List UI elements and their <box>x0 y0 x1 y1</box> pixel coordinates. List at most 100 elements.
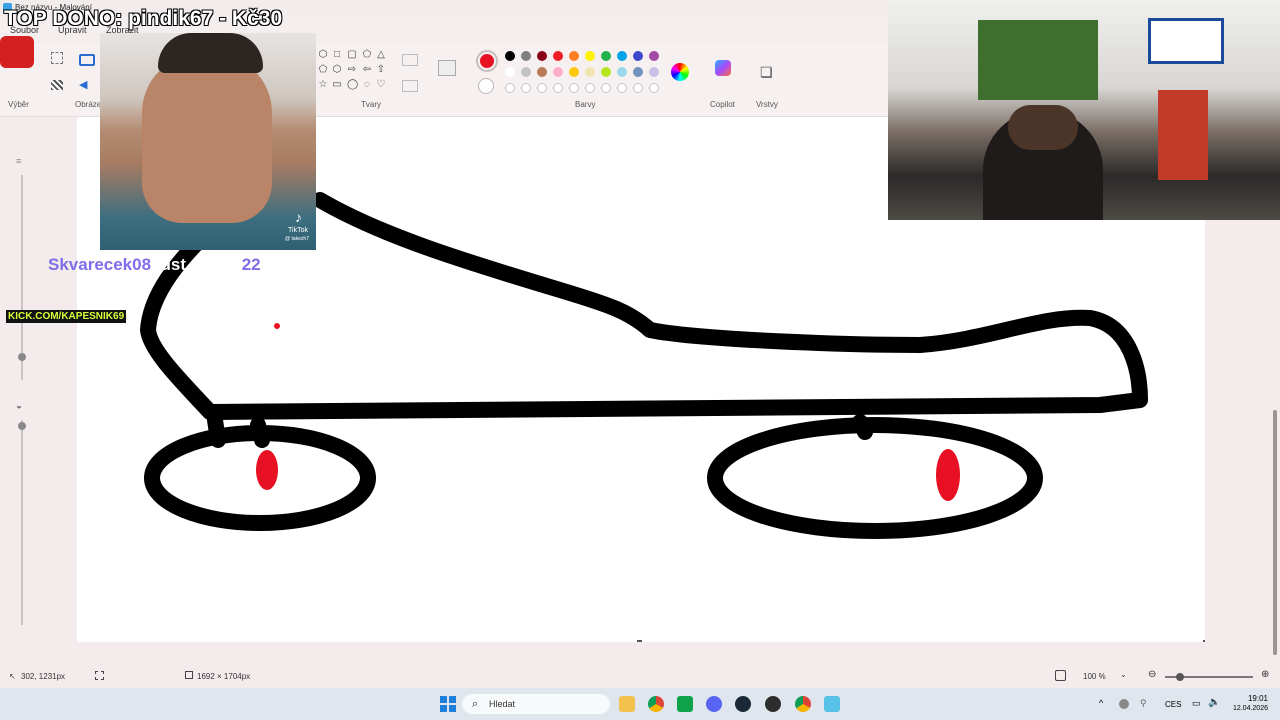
zoom-in-icon[interactable]: ⊕ <box>1261 669 1269 680</box>
vertical-scrollbar[interactable] <box>1273 410 1277 655</box>
palette-swatch[interactable] <box>569 67 579 77</box>
palette-swatch[interactable] <box>569 51 579 61</box>
custom-color-slot[interactable] <box>601 83 611 93</box>
chrome-icon[interactable] <box>648 696 664 712</box>
resize-icon[interactable] <box>79 54 95 66</box>
brush-cursor-icon <box>274 323 280 329</box>
edit-colors-icon[interactable] <box>671 63 689 81</box>
palette-swatch[interactable] <box>617 67 627 77</box>
copilot-icon[interactable] <box>715 60 731 76</box>
zoom-slider-thumb[interactable] <box>1176 673 1184 681</box>
zoom-out-icon[interactable]: ⊖ <box>1148 669 1156 680</box>
tiktok-handle: @ takezh7 <box>285 236 309 242</box>
custom-color-slot[interactable] <box>649 83 659 93</box>
outline-icon[interactable] <box>402 54 418 66</box>
tiktok-logo-icon: ♪ <box>295 209 302 225</box>
fill-icon[interactable] <box>402 80 418 92</box>
palette-swatch[interactable] <box>553 67 563 77</box>
zoom-dropdown-icon[interactable]: ⌄ <box>1120 670 1127 679</box>
volume-icon[interactable]: 🔈 <box>1208 697 1220 708</box>
brush-size-slider[interactable] <box>21 175 23 380</box>
palette-swatch[interactable] <box>633 67 643 77</box>
steam-icon[interactable] <box>735 696 751 712</box>
paint-taskbar-icon[interactable] <box>824 696 840 712</box>
custom-color-slot[interactable] <box>537 83 547 93</box>
custom-color-slot[interactable] <box>569 83 579 93</box>
shape-callout-icon[interactable]: ▭ <box>332 80 342 90</box>
shape-callout-round-icon[interactable]: ◯ <box>347 80 358 90</box>
fit-to-window-icon[interactable] <box>1055 670 1066 681</box>
palette-swatch[interactable] <box>505 51 515 61</box>
file-explorer-icon[interactable] <box>619 696 635 712</box>
custom-color-slot[interactable] <box>585 83 595 93</box>
palette-swatch[interactable] <box>521 67 531 77</box>
palette-swatch[interactable] <box>521 51 531 61</box>
shape-arrow-up-icon[interactable]: ⇧ <box>376 65 386 75</box>
palette-swatch[interactable] <box>537 51 547 61</box>
clock-date[interactable]: 12.04.2026 <box>1226 705 1268 712</box>
rotate-icon[interactable]: ◀ <box>79 78 87 91</box>
brush-size-icon[interactable] <box>438 60 456 76</box>
tray-overflow-icon[interactable]: ^ <box>1099 698 1103 708</box>
brush-size-thumb[interactable] <box>18 353 26 361</box>
palette-swatch[interactable] <box>601 67 611 77</box>
group-copilot-label: Copilot <box>710 100 735 109</box>
shape-rounded-rect-icon[interactable]: ▢ <box>347 50 357 60</box>
shape-rectangle-icon[interactable]: □ <box>332 50 342 60</box>
microphone-icon[interactable]: ⚲ <box>1140 698 1147 709</box>
shape-speech-icon[interactable]: ◌ <box>362 80 372 90</box>
palette-swatch[interactable] <box>649 51 659 61</box>
secondary-color-button[interactable] <box>478 78 494 94</box>
crop-icon[interactable] <box>51 52 63 64</box>
shape-polygon-icon[interactable]: ⬠ <box>362 50 372 60</box>
opacity-slider[interactable] <box>21 420 23 625</box>
shape-heart-icon[interactable]: ♡ <box>376 80 386 90</box>
selection-size-icon <box>95 671 104 680</box>
shape-arrow-right-icon[interactable]: ⇨ <box>347 65 357 75</box>
tray-app-icon[interactable] <box>1119 699 1129 709</box>
palette-swatch[interactable] <box>601 51 611 61</box>
language-indicator[interactable]: CES <box>1165 700 1181 709</box>
canvas-size-icon <box>185 671 193 679</box>
palette-swatch[interactable] <box>585 51 595 61</box>
gift-username: Skvarecek08 <box>48 255 152 274</box>
custom-color-slot[interactable] <box>505 83 515 93</box>
shape-pentagon-icon[interactable]: ⬠ <box>318 65 328 75</box>
custom-color-slot[interactable] <box>521 83 531 93</box>
obs-icon[interactable] <box>765 696 781 712</box>
palette-swatch[interactable] <box>585 67 595 77</box>
palette-swatch[interactable] <box>537 67 547 77</box>
network-icon[interactable]: ▭ <box>1192 698 1201 709</box>
top-donor-banner: TOP DONO: pindik67 - Kč30 <box>4 7 283 30</box>
shape-arrow-left-icon[interactable]: ⇦ <box>362 65 372 75</box>
palette-swatch[interactable] <box>633 51 643 61</box>
person-hair <box>158 33 263 73</box>
palette-swatch[interactable] <box>617 51 627 61</box>
palette-swatch[interactable] <box>505 67 515 77</box>
select-all-icon[interactable] <box>51 80 63 90</box>
clock-time[interactable]: 19:01 <box>1230 694 1268 703</box>
taskbar-search[interactable]: ⌕ Hledat <box>462 694 610 714</box>
palette-swatch[interactable] <box>553 51 563 61</box>
discord-icon[interactable] <box>706 696 722 712</box>
layers-icon[interactable]: ❏ <box>760 64 773 81</box>
shapes-gallery[interactable]: ⬡ □ ▢ ⬠ △ ⬠ ⬡ ⇨ ⇦ ⇧ ☆ ▭ ◯ ◌ ♡ <box>318 50 392 94</box>
custom-color-slot[interactable] <box>633 83 643 93</box>
palette-swatch[interactable] <box>649 67 659 77</box>
xbox-app-icon[interactable] <box>677 696 693 712</box>
primary-color-button[interactable] <box>476 50 498 72</box>
shape-hexagon-icon[interactable]: ⬡ <box>318 50 328 60</box>
kick-channel-label: KICK.COM/KAPESNIK69 <box>6 310 127 323</box>
streamer-webcam <box>888 0 1280 220</box>
start-button[interactable] <box>440 696 456 712</box>
chrome-profile-icon[interactable] <box>795 696 811 712</box>
shape-triangle-icon[interactable]: △ <box>376 50 386 60</box>
opacity-thumb[interactable] <box>18 422 26 430</box>
group-shapes-label: Tvary <box>361 100 381 109</box>
zoom-value[interactable]: 100 % <box>1083 672 1106 681</box>
streamer-hair <box>1008 105 1078 150</box>
custom-color-slot[interactable] <box>553 83 563 93</box>
shape-hexagon2-icon[interactable]: ⬡ <box>332 65 342 75</box>
shape-star-icon[interactable]: ☆ <box>318 80 328 90</box>
custom-color-slot[interactable] <box>617 83 627 93</box>
